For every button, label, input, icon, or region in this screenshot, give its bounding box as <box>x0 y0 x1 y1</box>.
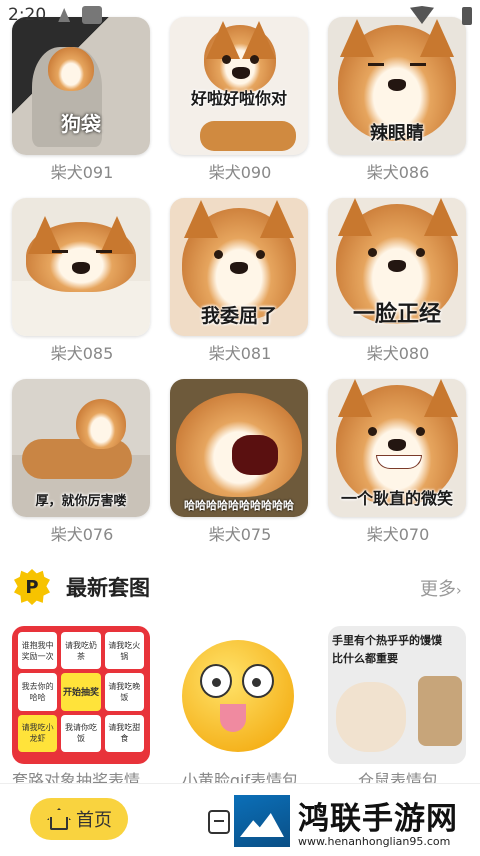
sticker-item[interactable]: 狗袋 柴犬091 <box>12 17 152 183</box>
wifi-icon <box>410 6 434 24</box>
sticker-label: 柴犬070 <box>366 525 430 544</box>
sticker-item[interactable]: 好啦好啦你对 柴犬090 <box>170 17 310 183</box>
status-bar: 2:20 <box>0 0 480 30</box>
sticker-thumbnail[interactable]: 哈哈哈哈哈哈哈哈哈哈 <box>170 379 308 517</box>
lottery-cell: 请我吃奶茶 <box>61 632 101 670</box>
sticker-set-item[interactable]: 手里有个热乎乎的馒馍 比什么都重要 仓鼠表情包 <box>328 626 468 791</box>
watermark: 鸿联手游网 www.henanhonglian95.com <box>230 793 480 855</box>
sticker-set-item[interactable]: 谁抱我中奖励一次 请我吃奶茶 请我吃火锅 我去你的哈哈 开始抽奖 请我吃晚饭 请… <box>12 626 152 791</box>
lottery-cell: 我去你的哈哈 <box>18 673 58 711</box>
sticker-thumbnail[interactable]: 狗袋 <box>12 17 150 155</box>
sticker-thumbnail[interactable]: 一脸正经 <box>328 198 466 336</box>
sticker-caption: 一个耿直的微笑 <box>340 489 453 508</box>
sticker-item[interactable]: 厚，就你厉害喽 柴犬076 <box>12 379 152 545</box>
sticker-caption: 我委屈了 <box>200 305 277 327</box>
sticker-set-item[interactable]: 小黄脸gif表情包 <box>170 626 310 791</box>
chevron-right-icon: › <box>456 583 462 599</box>
lottery-cell: 谁抱我中奖励一次 <box>18 632 58 670</box>
sticker-label: 柴犬086 <box>366 163 430 182</box>
sticker-label: 柴犬080 <box>366 344 430 363</box>
document-icon[interactable] <box>208 810 230 834</box>
watermark-logo-icon <box>234 795 290 847</box>
sticker-caption: 一脸正经 <box>352 302 441 327</box>
sticker-item[interactable]: 柴犬085 <box>12 198 152 364</box>
sticker-thumbnail[interactable]: 厚，就你厉害喽 <box>12 379 150 517</box>
section-title: 最新套图 <box>66 576 150 600</box>
set-text-line: 比什么都重要 <box>332 652 398 665</box>
home-icon <box>46 808 68 830</box>
sticker-thumbnail[interactable]: 辣眼睛 <box>328 17 466 155</box>
sticker-item[interactable]: 我委屈了 柴犬081 <box>170 198 310 364</box>
sticker-caption: 辣眼睛 <box>370 123 424 144</box>
sticker-caption: 厚，就你厉害喽 <box>35 494 127 509</box>
sticker-caption: 好啦好啦你对 <box>190 89 287 108</box>
sticker-label: 柴犬081 <box>208 344 272 363</box>
sticker-set-thumbnail[interactable] <box>170 626 308 764</box>
lottery-cell: 请我吃甜食 <box>104 714 144 752</box>
app-notification-icon <box>82 6 103 24</box>
sticker-caption: 哈哈哈哈哈哈哈哈哈哈 <box>184 499 294 512</box>
more-link[interactable]: 更多› <box>420 575 462 601</box>
battery-icon <box>462 7 472 25</box>
tab-home[interactable]: 首页 <box>30 798 128 840</box>
sticker-label: 柴犬075 <box>208 525 272 544</box>
lottery-cell: 请我吃火锅 <box>104 632 144 670</box>
lottery-start-cell: 开始抽奖 <box>61 673 101 711</box>
status-time: 2:20 <box>8 5 47 25</box>
lottery-cell: 请我吃晚饭 <box>104 673 144 711</box>
watermark-url: www.henanhonglian95.com <box>298 835 451 848</box>
set-text-line: 手里有个热乎乎的馒馍 <box>332 634 442 647</box>
sticker-thumbnail[interactable]: 我委屈了 <box>170 198 308 336</box>
notification-icon <box>58 8 71 22</box>
lottery-cell: 请我吃小龙虾 <box>18 714 58 752</box>
tab-home-label: 首页 <box>76 810 112 831</box>
section-header: P 最新套图 <box>14 565 150 609</box>
sticker-set-thumbnail[interactable]: 谁抱我中奖励一次 请我吃奶茶 请我吃火锅 我去你的哈哈 开始抽奖 请我吃晚饭 请… <box>12 626 150 764</box>
emoji-face-icon <box>182 640 294 752</box>
sticker-thumbnail[interactable]: 一个耿直的微笑 <box>328 379 466 517</box>
sticker-item[interactable]: 一个耿直的微笑 柴犬070 <box>328 379 468 545</box>
watermark-title: 鸿联手游网 <box>298 801 458 837</box>
sticker-label: 柴犬091 <box>50 163 114 182</box>
sticker-caption: 狗袋 <box>61 112 101 136</box>
sticker-set-thumbnail[interactable]: 手里有个热乎乎的馒馍 比什么都重要 <box>328 626 466 764</box>
sticker-label: 柴犬076 <box>50 525 114 544</box>
sticker-item[interactable]: 辣眼睛 柴犬086 <box>328 17 468 183</box>
sticker-item[interactable]: 哈哈哈哈哈哈哈哈哈哈 柴犬075 <box>170 379 310 545</box>
badge-p-icon: P <box>14 569 50 605</box>
sticker-thumbnail[interactable]: 好啦好啦你对 <box>170 17 308 155</box>
sticker-thumbnail[interactable] <box>12 198 150 336</box>
sticker-label: 柴犬085 <box>50 344 114 363</box>
sticker-label: 柴犬090 <box>208 163 272 182</box>
sticker-item[interactable]: 一脸正经 柴犬080 <box>328 198 468 364</box>
lottery-cell: 我请你吃饭 <box>61 714 101 752</box>
